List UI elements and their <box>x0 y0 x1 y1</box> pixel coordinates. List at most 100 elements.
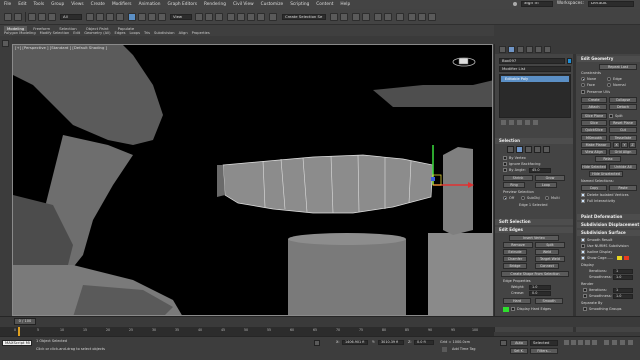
menu-content[interactable]: Content <box>316 2 333 7</box>
smooth-button[interactable]: Smooth <box>535 298 563 304</box>
weight-spinner[interactable]: 1.0 <box>529 285 551 290</box>
edge-mode-icon[interactable] <box>516 146 523 153</box>
menu-scripting[interactable]: Scripting <box>290 2 309 7</box>
layer-explorer-icon[interactable] <box>352 13 360 21</box>
perspective-viewport[interactable]: [+] [Perspective ] [Standard ] [Default … <box>12 44 493 316</box>
split-button[interactable]: Split <box>535 242 565 248</box>
reference-coord-dropdown[interactable]: View <box>170 14 192 20</box>
smoothing-groups-checkbox[interactable] <box>583 307 587 311</box>
extrude-button[interactable]: Extrude <box>503 249 527 255</box>
create-shape-button[interactable]: Create Shape From Selection <box>501 271 569 277</box>
selection-filter-dropdown[interactable]: All <box>60 14 82 20</box>
slice-button[interactable]: Slice <box>581 120 607 126</box>
toggle-ribbon-icon[interactable] <box>362 13 370 21</box>
soft-selection-rollout-header[interactable]: Soft Selection <box>495 219 573 225</box>
modify-tab-icon[interactable] <box>508 46 515 53</box>
key-icon[interactable] <box>500 340 507 346</box>
spinner-snap-icon[interactable] <box>257 13 265 21</box>
render-iterations-checkbox[interactable] <box>583 288 587 292</box>
render-iterations-spinner[interactable]: 1 <box>613 288 633 293</box>
constraint-none-radio[interactable] <box>581 77 585 81</box>
use-nurms-checkbox[interactable] <box>581 244 585 248</box>
object-name-field[interactable]: Box097 <box>499 58 565 64</box>
curve-editor-icon[interactable] <box>374 13 382 21</box>
show-end-result-icon[interactable] <box>509 120 514 125</box>
modifier-stack[interactable]: Editable Poly <box>499 74 571 118</box>
slice-plane-button[interactable]: Slice Plane <box>581 113 607 119</box>
menu-animation[interactable]: Animation <box>139 2 161 7</box>
mesh-blade-front[interactable] <box>222 154 434 214</box>
menu-tools[interactable]: Tools <box>34 2 45 7</box>
display-tab-icon[interactable] <box>535 46 542 53</box>
stack-item-editable-poly[interactable]: Editable Poly <box>501 76 569 82</box>
rect-selection-icon[interactable] <box>106 13 114 21</box>
grow-button[interactable]: Grow <box>535 175 565 181</box>
select-rotate-icon[interactable] <box>138 13 146 21</box>
menu-group[interactable]: Group <box>51 2 64 7</box>
by-angle-checkbox[interactable] <box>503 168 507 172</box>
unlink-icon[interactable] <box>38 13 46 21</box>
panel-properties[interactable]: Properties <box>192 31 210 35</box>
preview-subobj-radio[interactable] <box>521 196 525 200</box>
set-key-button[interactable]: Set K. <box>510 348 528 354</box>
pan-icon[interactable] <box>612 340 617 345</box>
keyboard-shortcut-icon[interactable] <box>215 13 223 21</box>
workspace-dropdown[interactable]: Default <box>588 1 634 7</box>
by-vertex-checkbox[interactable] <box>503 156 507 160</box>
display-smoothness-spinner[interactable]: 1.0 <box>613 275 633 280</box>
render-smoothness-checkbox[interactable] <box>583 294 587 298</box>
orbit-icon[interactable] <box>620 340 625 345</box>
time-marker[interactable] <box>18 327 20 336</box>
menu-create[interactable]: Create <box>91 2 105 7</box>
panel-edges[interactable]: Edges <box>115 31 126 35</box>
repeat-last-button[interactable]: Repeat Last <box>599 64 637 70</box>
insert-vertex-button[interactable]: Insert Vertex <box>509 235 559 241</box>
key-filter-selected-dropdown[interactable]: Selected <box>530 340 558 346</box>
menu-civil-view[interactable]: Civil View <box>233 2 254 7</box>
select-manipulate-icon[interactable] <box>205 13 213 21</box>
hide-unselected-button[interactable]: Hide Unselected <box>589 171 623 177</box>
render-production-icon[interactable] <box>428 13 436 21</box>
reset-plane-button[interactable]: Reset Plane <box>609 120 637 126</box>
mesh-pillar[interactable] <box>443 147 473 235</box>
object-color-swatch[interactable] <box>567 58 572 64</box>
material-editor-icon[interactable] <box>396 13 404 21</box>
snaps-toggle-icon[interactable] <box>227 13 235 21</box>
play-icon[interactable] <box>578 340 583 345</box>
time-slider[interactable]: 0 / 100 <box>0 316 640 327</box>
create-tab-icon[interactable] <box>499 46 506 53</box>
smooth-result-checkbox[interactable] <box>581 238 585 242</box>
go-to-start-icon[interactable] <box>564 340 569 345</box>
display-iterations-spinner[interactable]: 1 <box>613 269 633 274</box>
select-by-name-icon[interactable] <box>96 13 104 21</box>
selection-rollout-header[interactable]: Selection <box>495 138 573 144</box>
weld-button[interactable]: Weld <box>535 249 559 255</box>
constraint-face-radio[interactable] <box>581 83 585 87</box>
relax-button[interactable]: Relax <box>595 156 621 162</box>
grid-align-button[interactable]: Grid Align <box>609 149 637 155</box>
delete-isolated-checkbox[interactable] <box>581 193 585 197</box>
signin-dropdown[interactable]: Sign In <box>520 1 553 7</box>
polygon-mode-icon[interactable] <box>534 146 541 153</box>
maximize-viewport-icon[interactable] <box>628 340 633 345</box>
y-coordinate-field[interactable]: 3010.39 fi <box>378 340 404 345</box>
menu-modifiers[interactable]: Modifiers <box>112 2 132 7</box>
border-mode-icon[interactable] <box>525 146 532 153</box>
subdivision-surface-rollout-header[interactable]: Subdivision Surface <box>577 230 640 236</box>
pivot-center-icon[interactable] <box>195 13 203 21</box>
hide-selected-button[interactable]: Hide Selected <box>581 164 607 170</box>
right-scrollbar[interactable] <box>573 54 576 332</box>
split-checkbox[interactable] <box>609 114 613 118</box>
render-smoothness-spinner[interactable]: 1.0 <box>613 294 633 299</box>
angle-snap-icon[interactable] <box>237 13 245 21</box>
remove-modifier-icon[interactable] <box>525 120 530 125</box>
motion-tab-icon[interactable] <box>526 46 533 53</box>
element-mode-icon[interactable] <box>543 146 550 153</box>
edit-edges-rollout-header[interactable]: Edit Edges <box>495 227 573 233</box>
go-to-end-icon[interactable] <box>592 340 597 345</box>
layout-icon[interactable] <box>2 40 9 47</box>
menu-file[interactable]: File <box>4 2 11 7</box>
view-align-button[interactable]: View Align <box>581 149 607 155</box>
auto-key-button[interactable]: Auto <box>510 340 528 346</box>
make-planar-button[interactable]: Make Planar <box>581 142 611 148</box>
